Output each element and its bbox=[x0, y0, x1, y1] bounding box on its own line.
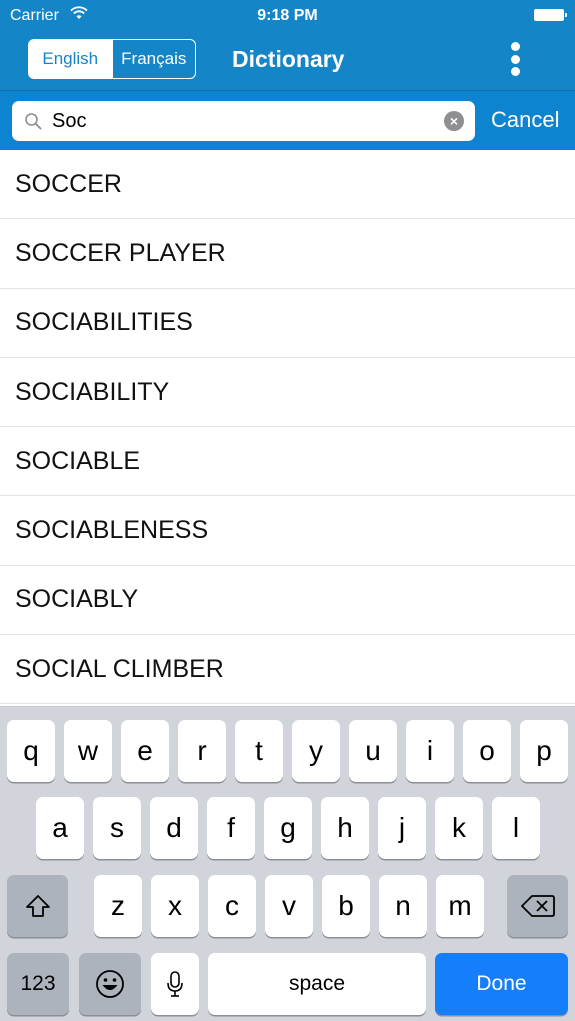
numbers-key[interactable]: 123 bbox=[7, 953, 69, 1015]
key-w[interactable]: w bbox=[64, 720, 112, 782]
list-item[interactable]: SOCIABILITIES bbox=[0, 289, 575, 358]
list-item[interactable]: SOCIABLENESS bbox=[0, 496, 575, 566]
microphone-icon bbox=[167, 971, 183, 997]
keyboard: q w e r t y u i o p a s d f g h j k l z … bbox=[0, 706, 575, 1021]
key-c[interactable]: c bbox=[208, 875, 256, 937]
key-x[interactable]: x bbox=[151, 875, 199, 937]
key-m[interactable]: m bbox=[436, 875, 484, 937]
key-e[interactable]: e bbox=[121, 720, 169, 782]
list-item[interactable]: SOCCER PLAYER bbox=[0, 219, 575, 289]
key-d[interactable]: d bbox=[150, 797, 198, 859]
top-bar: Carrier 9:18 PM English Français Diction… bbox=[0, 0, 575, 90]
search-input[interactable] bbox=[52, 101, 442, 141]
page-title: Dictionary bbox=[232, 46, 345, 72]
space-key[interactable]: space bbox=[208, 953, 426, 1015]
search-bar: × Cancel bbox=[0, 90, 575, 150]
cancel-button[interactable]: Cancel bbox=[491, 107, 559, 133]
backspace-key[interactable] bbox=[507, 875, 568, 937]
dictation-key[interactable] bbox=[151, 953, 199, 1015]
key-f[interactable]: f bbox=[207, 797, 255, 859]
key-v[interactable]: v bbox=[265, 875, 313, 937]
more-vertical-icon[interactable] bbox=[505, 42, 525, 76]
key-n[interactable]: n bbox=[379, 875, 427, 937]
key-s[interactable]: s bbox=[93, 797, 141, 859]
key-a[interactable]: a bbox=[36, 797, 84, 859]
emoji-icon bbox=[96, 970, 124, 998]
language-segmented-control: English Français bbox=[28, 39, 196, 79]
key-u[interactable]: u bbox=[349, 720, 397, 782]
key-h[interactable]: h bbox=[321, 797, 369, 859]
battery-icon bbox=[534, 9, 567, 21]
list-item[interactable]: SOCIABILITY bbox=[0, 358, 575, 428]
key-i[interactable]: i bbox=[406, 720, 454, 782]
status-bar: Carrier 9:18 PM bbox=[0, 0, 575, 32]
key-t[interactable]: t bbox=[235, 720, 283, 782]
list-item[interactable]: SOCCER bbox=[0, 150, 575, 220]
clock: 9:18 PM bbox=[257, 7, 318, 24]
key-r[interactable]: r bbox=[178, 720, 226, 782]
done-button[interactable]: Done bbox=[435, 953, 568, 1015]
key-o[interactable]: o bbox=[463, 720, 511, 782]
key-z[interactable]: z bbox=[94, 875, 142, 937]
segment-francais[interactable]: Français bbox=[111, 40, 196, 78]
shift-key[interactable] bbox=[7, 875, 68, 937]
emoji-key[interactable] bbox=[79, 953, 141, 1015]
list-item[interactable]: SOCIABLE bbox=[0, 427, 575, 497]
shift-icon bbox=[25, 895, 50, 917]
segment-english[interactable]: English bbox=[29, 40, 112, 78]
key-j[interactable]: j bbox=[378, 797, 426, 859]
key-q[interactable]: q bbox=[7, 720, 55, 782]
clear-icon[interactable]: × bbox=[444, 111, 464, 131]
results-list: SOCCER SOCCER PLAYER SOCIABILITIES SOCIA… bbox=[0, 150, 575, 705]
backspace-icon bbox=[520, 895, 555, 917]
key-k[interactable]: k bbox=[435, 797, 483, 859]
search-icon bbox=[25, 113, 42, 130]
list-item[interactable]: SOCIAL CLIMBER bbox=[0, 635, 575, 705]
list-item[interactable]: SOCIABLY bbox=[0, 566, 575, 636]
key-y[interactable]: y bbox=[292, 720, 340, 782]
key-b[interactable]: b bbox=[322, 875, 370, 937]
search-field: × bbox=[12, 101, 475, 141]
key-p[interactable]: p bbox=[520, 720, 568, 782]
key-l[interactable]: l bbox=[492, 797, 540, 859]
key-g[interactable]: g bbox=[264, 797, 312, 859]
